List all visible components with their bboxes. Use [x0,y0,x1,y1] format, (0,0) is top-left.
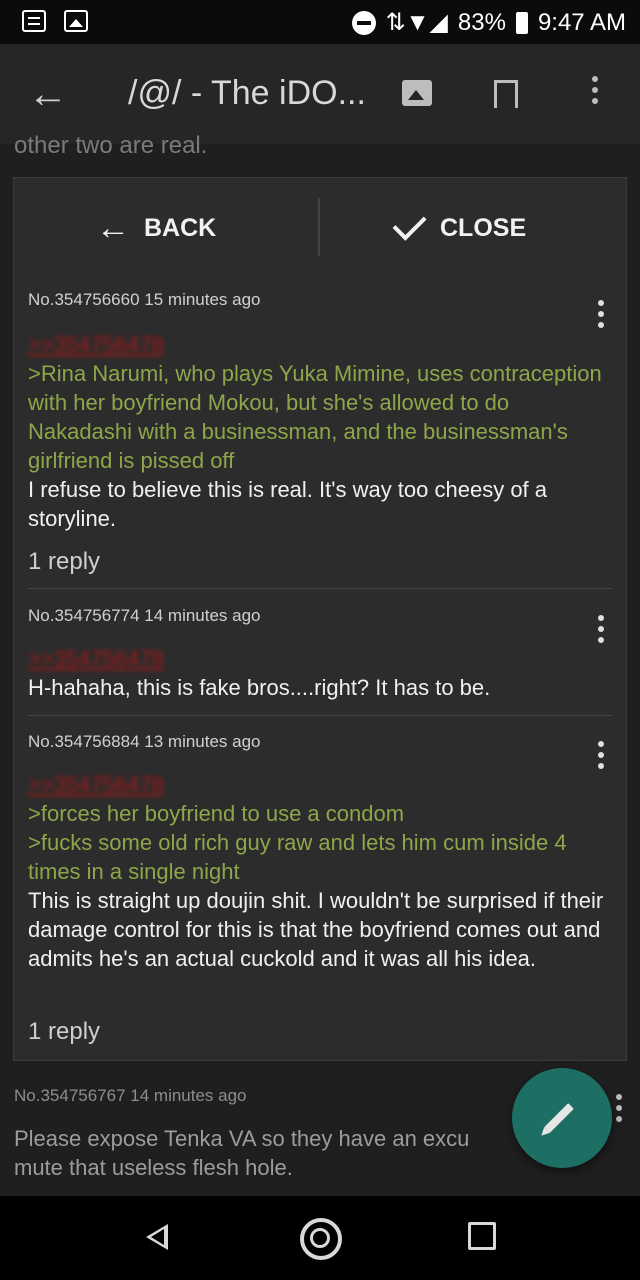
battery-icon [515,11,528,34]
post-body: >>354756478 >forces her boyfriend to use… [28,770,613,973]
post-meta: No.354756660 15 minutes ago [28,290,261,309]
background-post-snippet: other two are real. [14,132,208,159]
post-divider [28,588,612,589]
reply-count[interactable]: 1 reply [28,1018,100,1046]
quote-link[interactable]: >>354756478 [28,770,613,799]
arrow-left-icon: ← [96,208,130,247]
post-text: This is straight up doujin shit. I would… [28,888,604,971]
arrow-left-icon[interactable]: ← [24,72,72,120]
nav-back-icon[interactable] [146,1224,168,1250]
post-divider [28,715,612,716]
post-meta: No.354756884 13 minutes ago [28,732,261,751]
navigation-bar [0,1196,640,1280]
reply-fab-button[interactable] [512,1068,612,1168]
clock: 9:47 AM [537,8,626,36]
post-text: Please expose Tenka VA so they have an e… [14,1126,470,1180]
post-meta: No.354756767 14 minutes ago [14,1086,247,1105]
greentext: >fucks some old rich guy raw and lets hi… [28,830,567,884]
nav-home-icon[interactable] [300,1218,342,1260]
image-notification-icon [64,10,88,32]
post-text: H-hahaha, this is fake bros....right? It… [28,675,491,700]
app-toolbar: ← /@/ - The iDO... [0,44,640,144]
greentext: >forces her boyfriend to use a condom [28,801,405,826]
post-body: >>354756478 H-hahaha, this is fake bros.… [28,644,613,702]
close-button[interactable]: CLOSE [392,198,527,258]
signal-icon: ⇅▼◢ [385,9,448,36]
divider [318,198,320,256]
replies-dialog: ← BACK CLOSE No.354756660 15 minutes ago… [14,178,626,1060]
more-vert-icon[interactable] [598,741,604,769]
pencil-icon [544,1103,574,1133]
post-meta: No.354756774 14 minutes ago [28,606,261,625]
status-bar: ⇅▼◢ 83% 9:47 AM [0,0,640,44]
quote-link[interactable]: >>354756478 [28,644,613,673]
bookmark-icon[interactable] [494,80,518,108]
image-icon[interactable] [402,80,432,106]
back-button[interactable]: ← BACK [96,198,216,258]
back-label: BACK [144,213,217,242]
more-vert-icon[interactable] [598,615,604,643]
post-text: I refuse to believe this is real. It's w… [28,477,548,531]
battery-percent: 83% [457,8,506,36]
more-vert-icon[interactable] [588,76,602,104]
more-vert-icon[interactable] [616,1094,622,1122]
do-not-disturb-icon [351,10,376,35]
message-notification-icon [22,10,46,32]
check-icon [392,206,427,241]
page-title: /@/ - The iDO... [128,74,366,112]
quote-link[interactable]: >>354756478 [28,330,613,359]
close-label: CLOSE [440,213,527,242]
more-vert-icon[interactable] [598,300,604,328]
post-body: >>354756478 >Rina Narumi, who plays Yuka… [28,330,613,533]
greentext: >Rina Narumi, who plays Yuka Mimine, use… [28,361,602,473]
reply-count[interactable]: 1 reply [28,548,100,576]
nav-recent-icon[interactable] [468,1222,496,1250]
